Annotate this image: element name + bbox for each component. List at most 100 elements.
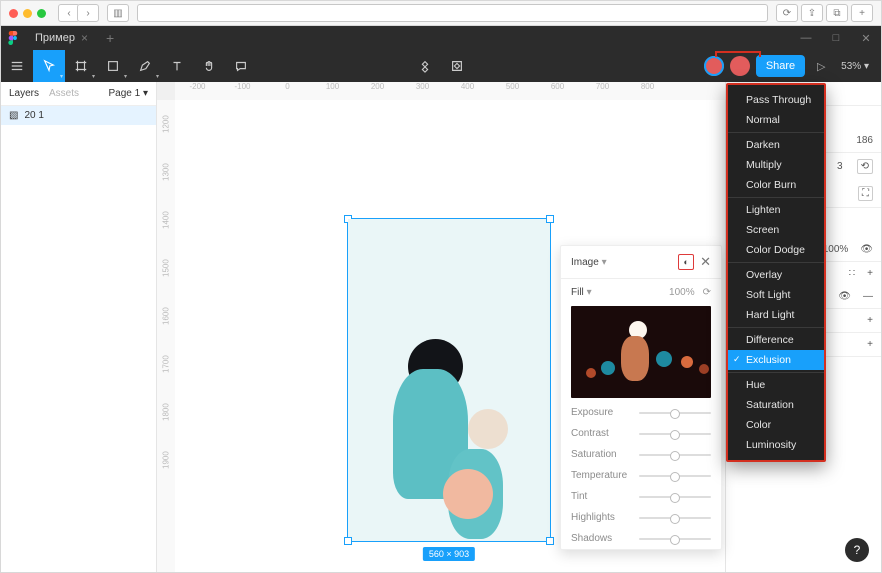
styles-icon[interactable]: ∷ (849, 268, 855, 279)
layer-item[interactable]: ▧ 20 1 (1, 106, 156, 125)
sidebar-toggle-button[interactable]: ▥ (107, 4, 129, 22)
tab-close-icon[interactable]: × (81, 31, 88, 45)
slider-track[interactable] (639, 412, 711, 414)
blend-mode-difference[interactable]: Difference (728, 330, 824, 350)
ruler-tick: 800 (625, 82, 670, 100)
add-fill-icon[interactable]: + (867, 268, 873, 279)
user-avatar-2[interactable] (730, 56, 750, 76)
blend-mode-normal[interactable]: Normal (728, 110, 824, 130)
ruler-vertical: 12001300140015001600170018001900 (157, 100, 176, 573)
mask-tool[interactable] (441, 50, 473, 82)
blend-mode-luminosity[interactable]: Luminosity (728, 435, 824, 455)
ruler-tick: 0 (265, 82, 310, 100)
ruler-tick: 600 (535, 82, 580, 100)
blend-mode-saturation[interactable]: Saturation (728, 395, 824, 415)
popover-close-icon[interactable]: ✕ (700, 254, 711, 270)
fill-opacity[interactable]: 100% (669, 287, 695, 298)
blend-mode-darken[interactable]: Darken (728, 135, 824, 155)
ruler-tick: 1700 (157, 340, 175, 388)
slider-label: Shadows (571, 533, 639, 544)
blend-mode-soft-light[interactable]: Soft Light (728, 285, 824, 305)
blend-mode-hue[interactable]: Hue (728, 375, 824, 395)
app-title-bar: Пример × + — □ ✕ (1, 26, 881, 50)
share-button[interactable]: ⇪ (801, 4, 823, 22)
comment-tool[interactable] (225, 50, 257, 82)
blend-mode-multiply[interactable]: Multiply (728, 155, 824, 175)
blend-mode-color-dodge[interactable]: Color Dodge (728, 240, 824, 260)
layers-tab[interactable]: Layers (9, 88, 39, 99)
slider-track[interactable] (639, 433, 711, 435)
zoom-level[interactable]: 53% ▾ (837, 61, 873, 72)
blend-mode-pass-through[interactable]: Pass Through (728, 90, 824, 110)
rotate-icon[interactable]: ⟳ (703, 287, 711, 298)
hand-tool[interactable] (193, 50, 225, 82)
minimize-dot[interactable] (23, 9, 32, 18)
menu-button[interactable] (1, 50, 33, 82)
slider-track[interactable] (639, 496, 711, 498)
move-tool[interactable]: ▾ (33, 50, 65, 82)
shape-tool[interactable]: ▾ (97, 50, 129, 82)
slider-label: Highlights (571, 512, 639, 523)
clip-icon[interactable]: ⛶ (858, 186, 873, 201)
opacity-value[interactable]: 100% (823, 244, 849, 255)
text-tool[interactable] (161, 50, 193, 82)
slider-exposure: Exposure (561, 402, 721, 423)
selected-layer[interactable]: 560 × 903 (347, 218, 551, 542)
nav-forward-button[interactable]: › (77, 4, 99, 22)
slider-track[interactable] (639, 454, 711, 456)
ruler-tick: -100 (220, 82, 265, 100)
blend-mode-lighten[interactable]: Lighten (728, 200, 824, 220)
blend-mode-hard-light[interactable]: Hard Light (728, 305, 824, 325)
close-dot[interactable] (9, 9, 18, 18)
image-thumbnail[interactable] (571, 306, 711, 398)
frame-tool[interactable]: ▾ (65, 50, 97, 82)
blend-mode-screen[interactable]: Screen (728, 220, 824, 240)
url-bar[interactable] (137, 4, 768, 22)
slider-temperature: Temperature (561, 465, 721, 486)
visibility-icon-2[interactable]: 👁 (838, 291, 851, 302)
page-selector[interactable]: Page 1 ▾ (108, 88, 148, 99)
slider-track[interactable] (639, 475, 711, 477)
help-button[interactable]: ? (845, 538, 869, 562)
value-2[interactable]: 3 (837, 161, 843, 172)
share-button[interactable]: Share (756, 55, 805, 77)
figma-logo-icon (1, 31, 25, 45)
present-button[interactable]: ▷ (811, 50, 831, 82)
assets-tab[interactable]: Assets (49, 88, 79, 99)
slider-shadows: Shadows (561, 528, 721, 549)
close-button[interactable]: ✕ (851, 32, 881, 45)
blend-mode-color-burn[interactable]: Color Burn (728, 175, 824, 195)
component-tool[interactable] (409, 50, 441, 82)
new-tab-button[interactable]: + (851, 4, 873, 22)
maximize-dot[interactable] (37, 9, 46, 18)
popover-title[interactable]: Image ▾ (571, 257, 678, 268)
toolbar-center (409, 50, 473, 82)
add-effect-icon[interactable]: + (867, 339, 873, 350)
blend-mode-color[interactable]: Color (728, 415, 824, 435)
ruler-tick: 1400 (157, 196, 175, 244)
tabs-button[interactable]: ⧉ (826, 4, 848, 22)
add-stroke-icon[interactable]: + (867, 315, 873, 326)
blend-mode-button[interactable]: ◐ (678, 254, 694, 270)
minimize-button[interactable]: — (791, 32, 821, 45)
lock-icon[interactable]: ⟲ (857, 159, 873, 174)
fill-mode-select[interactable]: Fill ▾ (571, 287, 592, 298)
maximize-button[interactable]: □ (821, 32, 851, 45)
value-1[interactable]: 186 (856, 135, 873, 146)
reload-button[interactable]: ⟳ (776, 4, 798, 22)
new-document-tab[interactable]: + (98, 30, 122, 46)
blend-mode-overlay[interactable]: Overlay (728, 265, 824, 285)
pen-tool[interactable]: ▾ (129, 50, 161, 82)
slider-track[interactable] (639, 517, 711, 519)
slider-track[interactable] (639, 538, 711, 540)
browser-chrome: ‹ › ▥ ⟳ ⇪ ⧉ + (1, 1, 881, 26)
document-tab[interactable]: Пример × (25, 26, 98, 50)
user-avatar-1[interactable] (704, 56, 724, 76)
image-layer-icon: ▧ (9, 110, 18, 121)
ruler-tick: 500 (490, 82, 535, 100)
remove-icon[interactable]: — (863, 291, 873, 302)
visibility-icon[interactable]: 👁 (860, 244, 873, 255)
slider-label: Temperature (571, 470, 639, 481)
blend-mode-exclusion[interactable]: Exclusion (728, 350, 824, 370)
slider-label: Contrast (571, 428, 639, 439)
